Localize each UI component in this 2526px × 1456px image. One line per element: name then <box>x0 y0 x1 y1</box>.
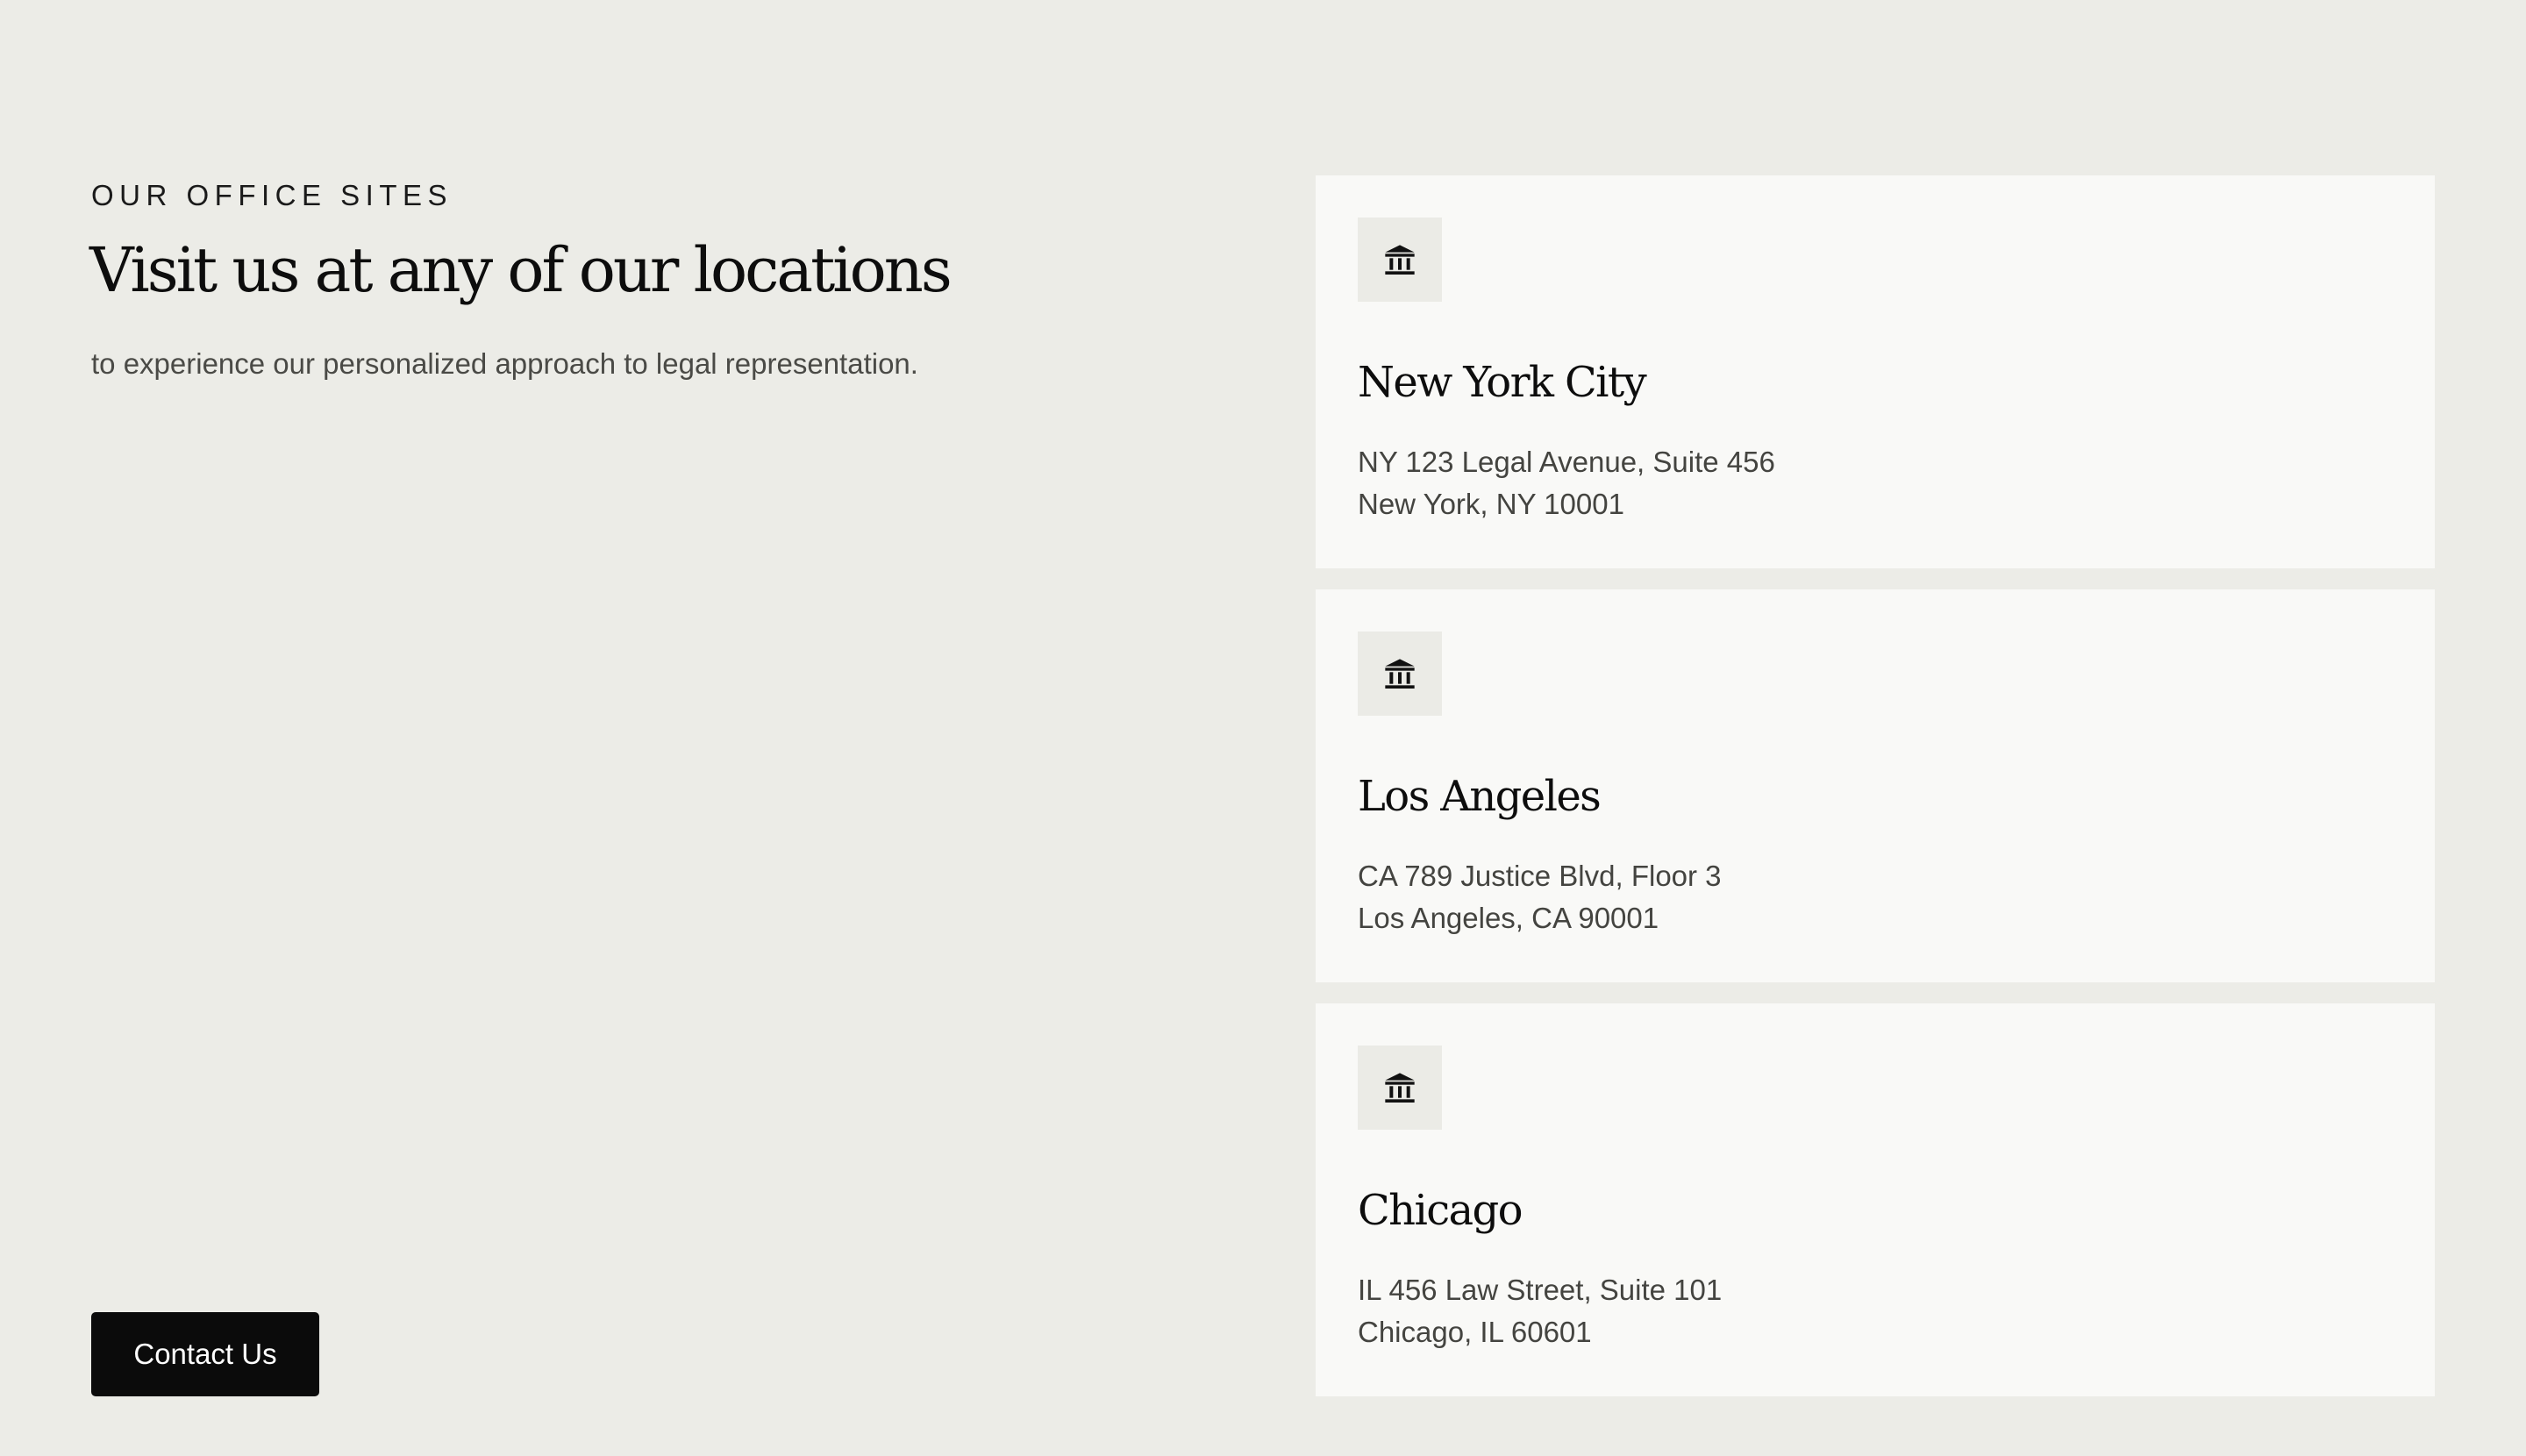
courthouse-icon <box>1385 245 1415 275</box>
location-address-line1: NY 123 Legal Avenue, Suite 456 <box>1358 446 1775 478</box>
location-card-new-york: New York City NY 123 Legal Avenue, Suite… <box>1316 175 2435 568</box>
location-address-line1: CA 789 Justice Blvd, Floor 3 <box>1358 860 1722 892</box>
location-name: New York City <box>1358 358 1647 407</box>
section-title: Visit us at any of our locations <box>89 234 953 306</box>
location-card-chicago: Chicago IL 456 Law Street, Suite 101 Chi… <box>1316 1003 2435 1396</box>
location-icon-tile <box>1358 1046 1442 1130</box>
courthouse-icon <box>1385 659 1415 689</box>
contact-us-button[interactable]: Contact Us <box>91 1312 319 1396</box>
location-cards: New York City NY 123 Legal Avenue, Suite… <box>1316 175 2435 1417</box>
location-address-line2: New York, NY 10001 <box>1358 488 1624 520</box>
location-icon-tile <box>1358 218 1442 302</box>
location-address-line2: Los Angeles, CA 90001 <box>1358 902 1659 934</box>
location-address-line1: IL 456 Law Street, Suite 101 <box>1358 1274 1723 1306</box>
location-icon-tile <box>1358 632 1442 716</box>
courthouse-icon <box>1385 1073 1415 1103</box>
location-card-los-angeles: Los Angeles CA 789 Justice Blvd, Floor 3… <box>1316 589 2435 982</box>
location-name: Los Angeles <box>1358 772 1602 821</box>
location-address-line2: Chicago, IL 60601 <box>1358 1316 1592 1348</box>
section-eyebrow: OUR OFFICE SITES <box>91 179 453 211</box>
section-subtitle: to experience our personalized approach … <box>91 347 918 380</box>
location-name: Chicago <box>1358 1186 1523 1235</box>
